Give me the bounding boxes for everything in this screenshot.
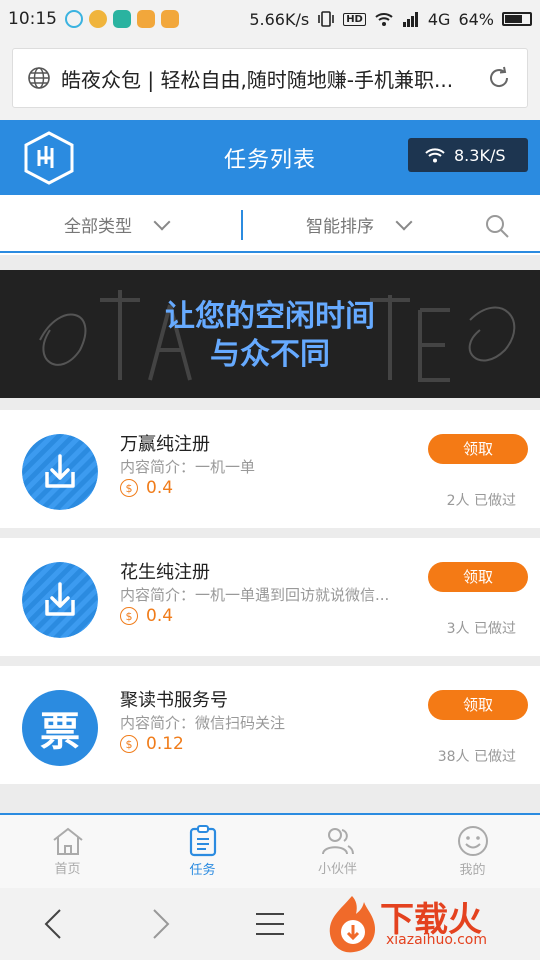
status-time: 10:15 — [8, 9, 57, 29]
wifi-icon — [375, 13, 393, 26]
speed-badge: 8.3K/S — [408, 138, 528, 172]
globe-icon — [28, 67, 50, 89]
sort-filter-label: 智能排序 — [306, 217, 374, 237]
separator — [0, 528, 540, 538]
scan-notification-icon — [113, 10, 131, 28]
tab-label: 首页 — [54, 862, 81, 877]
tab-home[interactable]: 首页 — [0, 815, 135, 888]
type-filter-label: 全部类型 — [64, 217, 132, 237]
friends-icon — [321, 828, 354, 855]
forward-icon[interactable] — [148, 906, 174, 942]
hd-badge: HD — [343, 12, 366, 26]
separator — [0, 784, 540, 813]
download-icon — [22, 434, 98, 510]
home-icon — [52, 827, 83, 855]
filter-divider — [241, 210, 243, 240]
task-title: 万赢纯注册 — [120, 434, 210, 455]
tab-tasks[interactable]: 任务 — [135, 815, 270, 888]
status-bar: 10:15 5.66K/s HD 4G 64% — [0, 0, 540, 38]
vibrate-icon — [318, 11, 334, 27]
task-description: 内容简介：一机一单遇到回访就说微信... — [120, 586, 390, 604]
wifi-speed-icon — [425, 148, 445, 163]
sort-filter-dropdown[interactable]: 智能排序 — [306, 212, 413, 237]
reward-value: 0.12 — [146, 734, 184, 754]
task-reward: $ 0.4 — [120, 606, 173, 626]
banner-slogan: 让您的空闲时间 与众不同 — [0, 298, 540, 374]
task-item[interactable]: 万赢纯注册 内容简介：一机一单 $ 0.4 领取 2人 已做过 — [0, 410, 540, 528]
separator — [0, 398, 540, 410]
tab-mine[interactable]: 我的 — [405, 815, 540, 888]
menu-icon[interactable] — [254, 906, 286, 942]
network-type: 4G — [427, 9, 451, 29]
claim-button[interactable]: 领取 — [428, 562, 528, 592]
task-reward: $ 0.12 — [120, 734, 184, 754]
browser-toolbar: 皓夜众包 | 轻松自由,随时随地赚-手机兼职... — [0, 38, 540, 120]
separator — [0, 656, 540, 666]
signal-icon — [402, 12, 418, 27]
download-icon — [22, 562, 98, 638]
task-description: 内容简介：微信扫码关注 — [120, 714, 286, 732]
app-notification-icon-3 — [161, 10, 179, 28]
task-item[interactable]: 票 聚读书服务号 内容简介：微信扫码关注 $ 0.12 领取 38人 已做过 — [0, 666, 540, 784]
watermark-url: xiazaihuo.com — [386, 932, 487, 948]
coin-icon: $ — [120, 479, 138, 497]
claim-button[interactable]: 领取 — [428, 690, 528, 720]
app-notification-icon — [89, 10, 107, 28]
speed-value: 8.3K/S — [454, 145, 506, 165]
refresh-icon[interactable] — [485, 64, 513, 92]
watermark-logo: 下载火 xiazaihuo.com — [320, 892, 534, 956]
search-icon[interactable] — [484, 213, 510, 239]
task-item[interactable]: 花生纯注册 内容简介：一机一单遇到回访就说微信... $ 0.4 领取 3人 已… — [0, 538, 540, 656]
app-notification-icon-2 — [137, 10, 155, 28]
ticket-icon: 票 — [22, 690, 98, 766]
claim-button[interactable]: 领取 — [428, 434, 528, 464]
task-reward: $ 0.4 — [120, 478, 173, 498]
promo-banner[interactable]: 让您的空闲时间 与众不同 — [0, 270, 540, 398]
bottom-tab-bar: 首页 任务 小伙伴 我的 — [0, 813, 540, 888]
app-header: 任务列表 8.3K/S — [0, 120, 540, 195]
separator — [0, 255, 540, 270]
chevron-down-icon — [153, 213, 171, 230]
coin-icon: $ — [120, 735, 138, 753]
done-count: 3人 已做过 — [446, 621, 516, 637]
type-filter-dropdown[interactable]: 全部类型 — [64, 212, 171, 237]
smile-icon — [457, 826, 488, 856]
battery-percent: 64% — [458, 9, 494, 29]
banner-line-1: 让您的空闲时间 — [165, 299, 375, 334]
done-count: 38人 已做过 — [437, 749, 516, 765]
flame-logo-icon — [329, 896, 376, 953]
task-description: 内容简介：一机一单 — [120, 458, 256, 476]
task-title: 花生纯注册 — [120, 562, 210, 583]
tab-label: 小伙伴 — [317, 862, 357, 877]
filter-bar: 全部类型 智能排序 — [0, 195, 540, 253]
chevron-down-icon — [395, 213, 413, 230]
tab-label: 任务 — [189, 863, 216, 878]
page-title-url: 皓夜众包 | 轻松自由,随时随地赚-手机兼职... — [61, 67, 454, 92]
notification-icon — [65, 10, 83, 28]
ticket-icon-char: 票 — [40, 709, 80, 755]
network-speed: 5.66K/s — [249, 9, 310, 29]
task-title: 聚读书服务号 — [120, 690, 228, 711]
banner-line-2: 与众不同 — [210, 337, 330, 372]
address-bar[interactable]: 皓夜众包 | 轻松自由,随时随地赚-手机兼职... — [12, 48, 528, 108]
reward-value: 0.4 — [146, 478, 174, 498]
back-icon[interactable] — [40, 906, 66, 942]
tab-friends[interactable]: 小伙伴 — [270, 815, 405, 888]
task-list-icon — [189, 825, 216, 857]
reward-value: 0.4 — [146, 606, 174, 626]
done-count: 2人 已做过 — [446, 493, 516, 509]
tab-label: 我的 — [459, 863, 486, 878]
coin-icon: $ — [120, 607, 138, 625]
battery-icon — [502, 12, 532, 26]
